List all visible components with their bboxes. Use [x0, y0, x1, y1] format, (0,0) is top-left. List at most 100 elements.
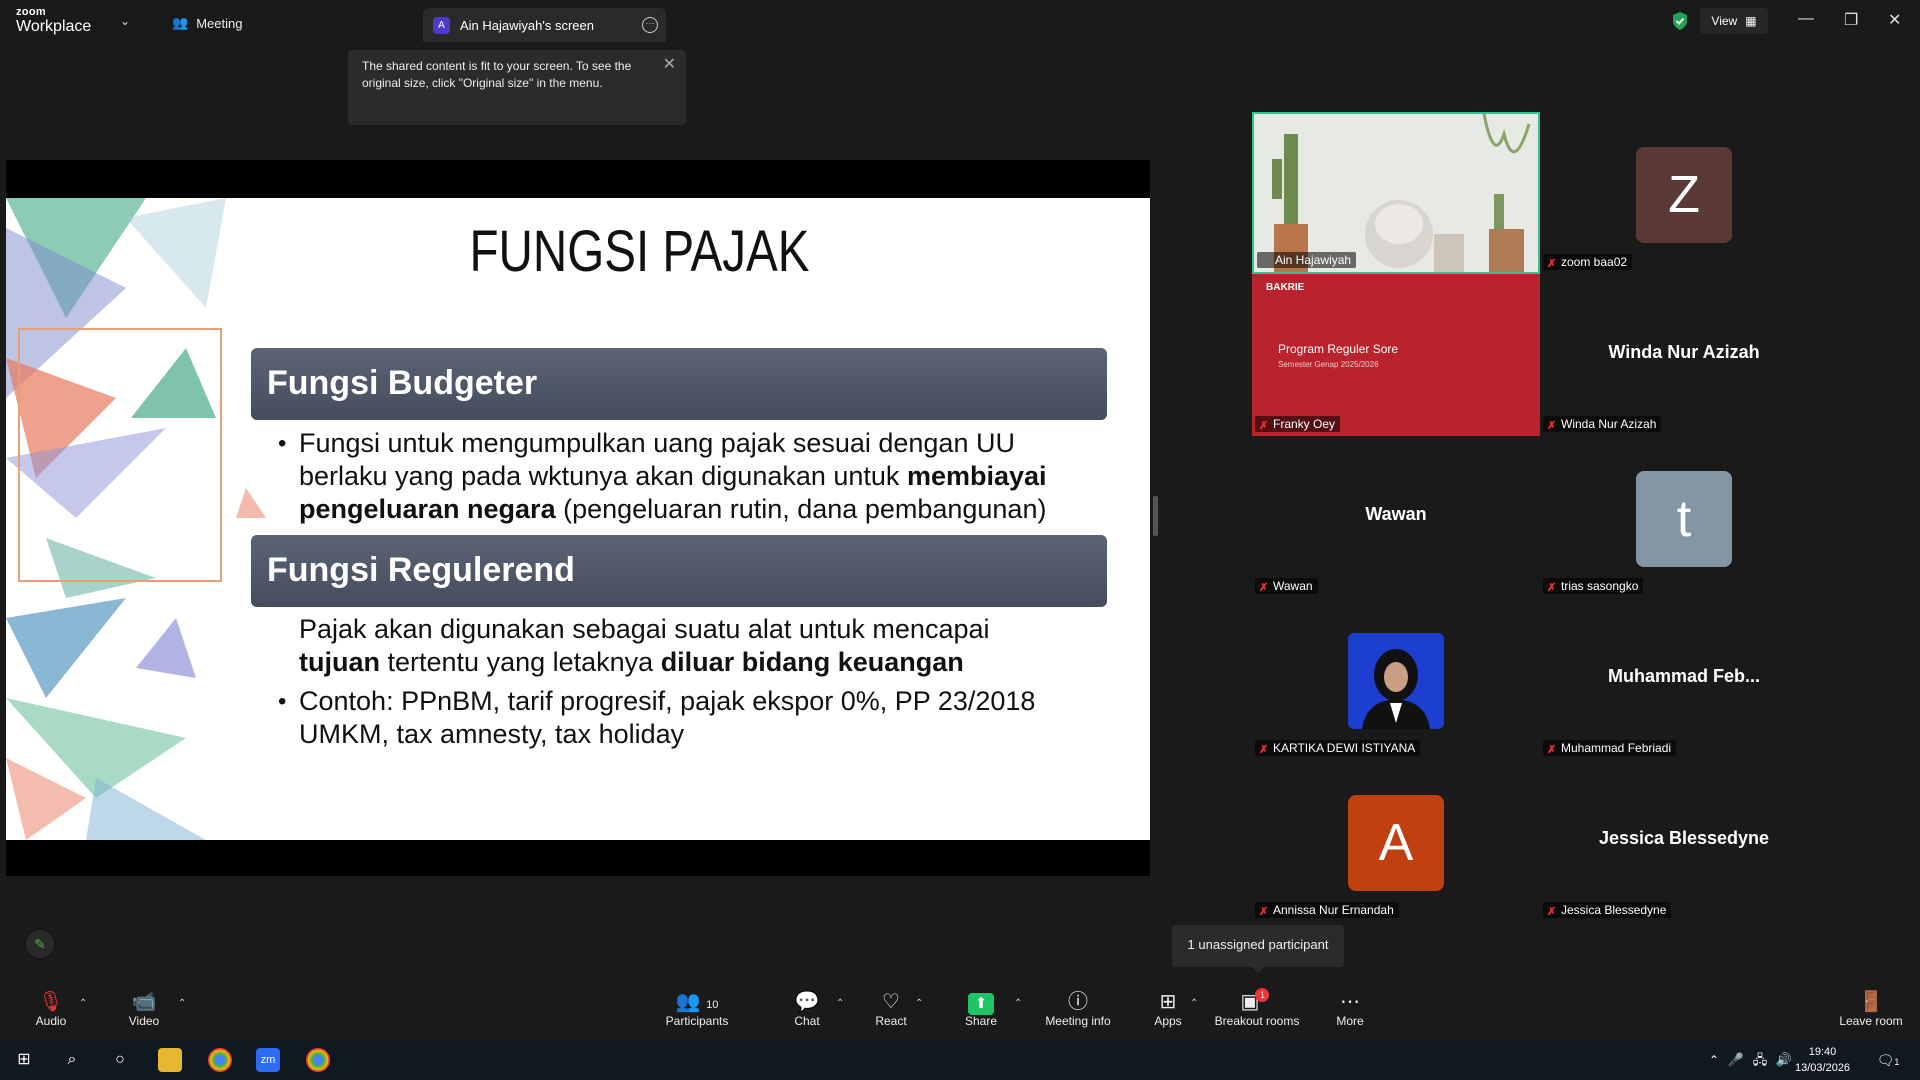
participant-tile[interactable]: A ✗ Annissa Nur Ernandah [1252, 760, 1540, 922]
file-explorer-icon[interactable] [158, 1048, 182, 1072]
chevron-up-icon[interactable]: ⌃ [915, 998, 923, 1009]
avatar-photo [1348, 633, 1444, 729]
participant-tile[interactable]: Z ✗ zoom baa02 [1540, 112, 1828, 274]
fit-screen-notice: The shared content is fit to your screen… [348, 50, 686, 125]
chevron-down-icon[interactable]: ⌄ [120, 14, 130, 28]
chevron-up-icon[interactable]: ⌃ [836, 998, 844, 1009]
view-button-label: View [1711, 14, 1738, 28]
participant-tile[interactable]: Ain Hajawiyah [1252, 112, 1540, 274]
shared-slide-subtitle: Semester Genap 2025/2026 [1278, 360, 1379, 369]
leave-room-button[interactable]: 🚪 Leave room [1826, 990, 1916, 1028]
network-icon[interactable]: 🖧 [1748, 1048, 1772, 1072]
volume-icon[interactable]: 🔊 [1772, 1048, 1796, 1072]
more-button[interactable]: ⋯ More [1305, 990, 1395, 1028]
chevron-up-icon[interactable]: ⌃ [178, 998, 186, 1009]
participants-icon: 👥 10 [675, 991, 719, 1013]
notification-icon[interactable]: 🗨1 [1876, 1048, 1900, 1072]
chevron-up-icon[interactable]: ⌃ [79, 998, 87, 1009]
shield-icon[interactable] [1671, 11, 1689, 31]
video-button[interactable]: 📹 Video [99, 990, 189, 1028]
participant-tile[interactable]: t ✗ trias sasongko [1540, 436, 1828, 598]
participants-button[interactable]: 👥 10 Participants [652, 990, 742, 1028]
chevron-up-icon[interactable]: ⌃ [1014, 998, 1022, 1009]
fit-screen-notice-text: The shared content is fit to your screen… [362, 59, 632, 90]
presentation-slide: FUNGSI PAJAK Fungsi Budgeter • Fungsi un… [6, 198, 1150, 840]
example-text: Contoh: PPnBM, tarif progresif, pajak ek… [299, 685, 1099, 751]
mic-muted-icon: ✗ [1259, 420, 1269, 432]
slide-title: FUNGSI PAJAK [469, 219, 810, 284]
participant-name: ✗ Muhammad Febriadi [1543, 740, 1677, 756]
regulerend-line1: Pajak akan digunakan sebagai suatu alat … [299, 614, 990, 644]
shared-slide-title: Program Reguler Sore [1278, 342, 1399, 356]
heading-regulerend: Fungsi Regulerend [251, 535, 1107, 607]
participant-tile[interactable]: Muhammad Feb... ✗ Muhammad Febriadi [1540, 598, 1828, 760]
minimize-icon[interactable]: — [1798, 10, 1814, 28]
mic-muted-icon: ✗ [1259, 906, 1269, 918]
windows-start-icon[interactable]: ⊞ [12, 1048, 36, 1072]
chevron-up-icon[interactable]: ⌃ [1190, 998, 1198, 1009]
budgeter-bold1: membiayai [906, 461, 1047, 491]
zoom-app-icon[interactable]: zm [256, 1048, 280, 1072]
zoom-logo-small: zoom [16, 6, 46, 18]
chrome-icon[interactable] [306, 1048, 330, 1072]
participant-tile[interactable]: Winda Nur Azizah ✗ Winda Nur Azizah [1540, 274, 1828, 436]
apps-button[interactable]: ⊞ Apps [1123, 990, 1213, 1028]
resize-handle[interactable] [1153, 496, 1158, 536]
participant-name: ✗ Annissa Nur Ernandah [1255, 902, 1399, 918]
avatar: t [1636, 471, 1732, 567]
microphone-icon[interactable]: 🎤 [1724, 1048, 1748, 1072]
regulerend-text: Pajak akan digunakan sebagai suatu alat … [299, 613, 1099, 679]
mic-muted-icon: ✗ [1259, 582, 1269, 594]
participant-tile[interactable]: ✗ KARTIKA DEWI ISTIYANA [1252, 598, 1540, 760]
pencil-icon[interactable]: ✎ [26, 930, 54, 958]
mic-muted-icon: ✗ [1547, 582, 1557, 594]
chrome-icon[interactable] [208, 1048, 232, 1072]
view-button[interactable]: View ▦ [1700, 8, 1768, 34]
participant-name: ✗ KARTIKA DEWI ISTIYANA [1255, 740, 1421, 756]
regulerend-bold1: tujuan [299, 647, 380, 677]
participant-video [1254, 114, 1538, 272]
regulerend-line2: tertentu yang letaknya [380, 647, 661, 677]
participant-tile[interactable]: Wawan ✗ Wawan [1252, 436, 1540, 598]
video-off-icon: 📹 [131, 991, 157, 1013]
heading-budgeter: Fungsi Budgeter [251, 348, 1107, 420]
tab-avatar: A [433, 16, 450, 34]
shared-screen[interactable]: FUNGSI PAJAK Fungsi Budgeter • Fungsi un… [6, 160, 1150, 876]
chevron-up-icon[interactable]: ⌃ [1702, 1048, 1726, 1072]
participant-display-name: Muhammad Feb... [1607, 666, 1760, 686]
participant-tile[interactable]: Jessica Blessedyne ✗ Jessica Blessedyne [1540, 760, 1828, 922]
tab-meeting[interactable]: 👥 Meeting [172, 12, 242, 34]
task-view-icon[interactable]: ○ [108, 1048, 132, 1072]
meeting-info-button[interactable]: ⓘ Meeting info [1033, 990, 1123, 1028]
close-icon[interactable]: ✕ [1888, 10, 1901, 30]
selection-box [18, 328, 222, 582]
grid-icon: ▦ [1745, 14, 1757, 28]
more-options-icon[interactable]: ··· [642, 17, 658, 33]
breakout-badge: 1 [1255, 988, 1270, 1002]
breakout-rooms-button[interactable]: ▣1 Breakout rooms [1212, 988, 1302, 1028]
tab-shared-screen-label: Ain Hajawiyah's screen [460, 17, 594, 33]
mic-muted-icon: ✗ [1259, 744, 1269, 756]
participant-display-name: Jessica Blessedyne [1598, 828, 1770, 848]
mic-muted-icon: ✗ [1547, 744, 1557, 756]
audio-button[interactable]: 🎙 Audio [6, 990, 96, 1028]
close-notice-icon[interactable]: ✕ [663, 56, 676, 73]
react-button[interactable]: ♡ React [846, 990, 936, 1028]
bullet-dot: • [278, 430, 287, 457]
unassigned-participant-tooltip: 1 unassigned participant [1172, 925, 1344, 973]
participant-tile[interactable]: BAKRIE Program Reguler Sore Semester Gen… [1252, 274, 1540, 436]
budgeter-text: Fungsi untuk mengumpulkan uang pajak ses… [299, 427, 1099, 526]
leave-room-icon: 🚪 [1858, 991, 1884, 1013]
search-icon[interactable]: ⌕ [60, 1048, 84, 1072]
restore-icon[interactable]: ❐ [1844, 10, 1858, 30]
share-button[interactable]: ⬆ Share [936, 990, 1026, 1028]
breakout-rooms-icon: ▣1 [1212, 988, 1302, 1014]
system-clock[interactable]: 19:40 13/03/2026 [1795, 1044, 1850, 1076]
tab-shared-screen[interactable]: A Ain Hajawiyah's screen ··· [423, 8, 666, 42]
slide-logo: BAKRIE [1266, 282, 1305, 293]
participant-display-name: Winda Nur Azizah [1608, 342, 1760, 362]
info-icon: ⓘ [1068, 991, 1088, 1013]
participant-name: ✗ Jessica Blessedyne [1543, 902, 1672, 918]
chat-button[interactable]: 💬 Chat [762, 990, 852, 1028]
apps-icon: ⊞ [1159, 991, 1177, 1013]
